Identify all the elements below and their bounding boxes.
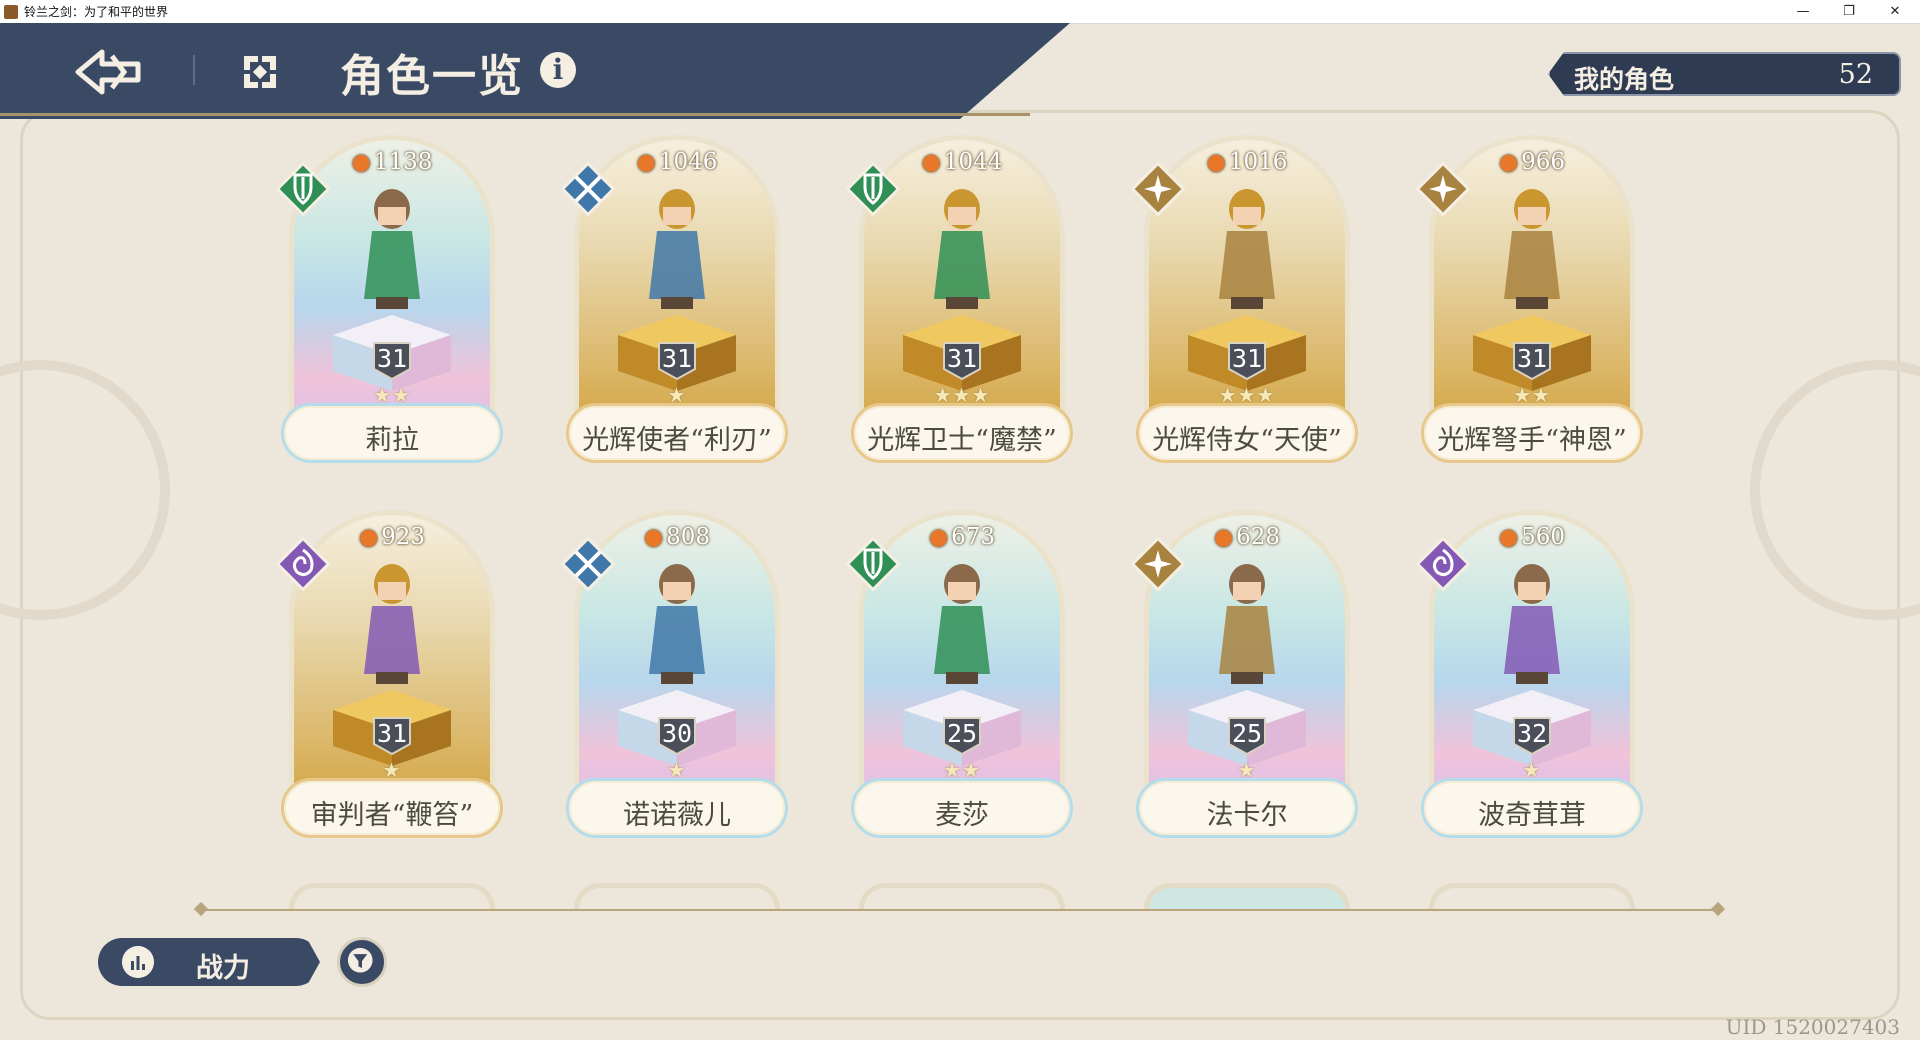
character-name: 诺诺薇儿: [623, 800, 731, 831]
star-class-icon: [1415, 161, 1471, 217]
character-sprite: [649, 564, 705, 684]
crossed-swords-class-icon: [560, 536, 616, 592]
power-number: 673: [951, 524, 996, 550]
crossed-swords-class-icon: [560, 161, 616, 217]
level-badge: 31: [661, 344, 693, 373]
window-titlebar: 铃兰之剑：为了和平的世界 — ❐ ✕: [0, 0, 1920, 24]
flame-icon: ●: [1498, 525, 1519, 550]
character-card[interactable]: ● 628 25 ★ 法卡尔: [1130, 510, 1358, 838]
flame-icon: ●: [1498, 150, 1519, 175]
level-badge: 25: [946, 719, 978, 748]
sort-power-button[interactable]: 战力: [98, 938, 320, 986]
character-sprite: [364, 564, 420, 684]
flame-icon: ●: [1206, 150, 1226, 175]
sort-label: 战力: [196, 953, 250, 984]
character-name: 光辉卫士“魔禁”: [867, 425, 1057, 456]
partial-card: [1144, 883, 1350, 909]
header-separator: [193, 55, 195, 85]
shield-class-icon: [845, 536, 901, 592]
star-class-icon: [1130, 161, 1186, 217]
grid-menu-icon[interactable]: [240, 52, 280, 92]
level-badge: 25: [1231, 719, 1263, 748]
character-sprite: [934, 564, 990, 684]
power-number: 923: [381, 524, 426, 550]
character-sprite: [1504, 564, 1560, 684]
level-badge: 31: [1516, 344, 1548, 373]
power-number: 1046: [658, 149, 718, 175]
app-icon: [4, 4, 18, 19]
character-name: 波奇茸茸: [1478, 800, 1586, 831]
level-badge: 32: [1516, 719, 1548, 748]
character-name: 光辉弩手“神恩”: [1437, 425, 1627, 456]
power-number: 628: [1236, 524, 1281, 550]
level-badge: 31: [946, 344, 978, 373]
flame-icon: ●: [643, 525, 664, 550]
character-card[interactable]: ● 1016 31 ★★★ 光辉侍女“天使”: [1130, 135, 1358, 463]
magic-class-icon: [1415, 536, 1471, 592]
minimize-button[interactable]: —: [1780, 0, 1826, 23]
partial-card: [289, 883, 495, 909]
header-accent-line: [0, 113, 1030, 116]
restore-button[interactable]: ❐: [1826, 0, 1872, 23]
level-badge: 30: [661, 719, 693, 748]
character-name: 光辉侍女“天使”: [1152, 425, 1342, 456]
flame-icon: ●: [921, 150, 941, 175]
character-card[interactable]: ● 560 32 ★ 波奇茸茸: [1415, 510, 1643, 838]
character-name: 审判者“鞭笞”: [310, 800, 474, 831]
shield-class-icon: [845, 161, 901, 217]
scroll-divider: [200, 909, 1720, 911]
character-sprite: [364, 189, 420, 309]
my-characters-counter: 我的角色 52: [1548, 52, 1901, 96]
info-icon[interactable]: i: [540, 52, 576, 88]
power-number: 1138: [373, 149, 433, 175]
character-sprite: [649, 189, 705, 309]
character-sprite: [1219, 189, 1275, 309]
bar-chart-icon: [122, 946, 154, 978]
shield-class-icon: [275, 161, 331, 217]
flame-icon: ●: [358, 525, 379, 550]
character-name: 麦莎: [935, 800, 989, 831]
window-title: 铃兰之剑：为了和平的世界: [24, 5, 169, 19]
my-characters-count: 52: [1838, 59, 1873, 90]
power-number: 966: [1521, 149, 1566, 175]
uid-label: UID 1520027403: [1725, 1015, 1900, 1039]
character-card[interactable]: ● 1044 31 ★★★ 光辉卫士“魔禁”: [845, 135, 1073, 463]
power-number: 1016: [1228, 149, 1288, 175]
power-number: 808: [666, 524, 711, 550]
character-sprite: [934, 189, 990, 309]
level-badge: 31: [376, 719, 408, 748]
page-title: 角色一览: [340, 51, 524, 102]
flame-icon: ●: [928, 525, 949, 550]
partial-card: [574, 883, 780, 909]
close-button[interactable]: ✕: [1872, 0, 1918, 23]
partial-card: [1429, 883, 1635, 909]
power-number: 1044: [943, 149, 1003, 175]
flame-icon: ●: [351, 150, 371, 175]
header-bar: [0, 23, 1070, 119]
my-characters-label: 我的角色: [1574, 65, 1675, 94]
power-number: 560: [1521, 524, 1566, 550]
character-card[interactable]: ● 1138 31 ★★ 莉拉: [275, 135, 503, 463]
character-card[interactable]: ● 966 31 ★★ 光辉弩手“神恩”: [1415, 135, 1643, 463]
character-card[interactable]: ● 673 25 ★★ 麦莎: [845, 510, 1073, 838]
character-name: 法卡尔: [1206, 800, 1288, 831]
character-name: 光辉使者“利刃”: [582, 425, 772, 456]
character-card[interactable]: ● 1046 31 ★ 光辉使者“利刃”: [560, 135, 788, 463]
character-name: 莉拉: [365, 425, 419, 456]
character-card[interactable]: ● 808 30 ★ 诺诺薇儿: [560, 510, 788, 838]
character-card[interactable]: ● 923 31 ★ 审判者“鞭笞”: [275, 510, 503, 838]
partial-card: [859, 883, 1065, 909]
character-sprite: [1504, 189, 1560, 309]
level-badge: 31: [1231, 344, 1263, 373]
filter-icon[interactable]: [337, 937, 387, 987]
back-arrow-icon[interactable]: [72, 46, 144, 98]
flame-icon: ●: [636, 150, 656, 175]
character-sprite: [1219, 564, 1275, 684]
level-badge: 31: [376, 344, 408, 373]
star-class-icon: [1130, 536, 1186, 592]
flame-icon: ●: [1213, 525, 1234, 550]
magic-class-icon: [275, 536, 331, 592]
